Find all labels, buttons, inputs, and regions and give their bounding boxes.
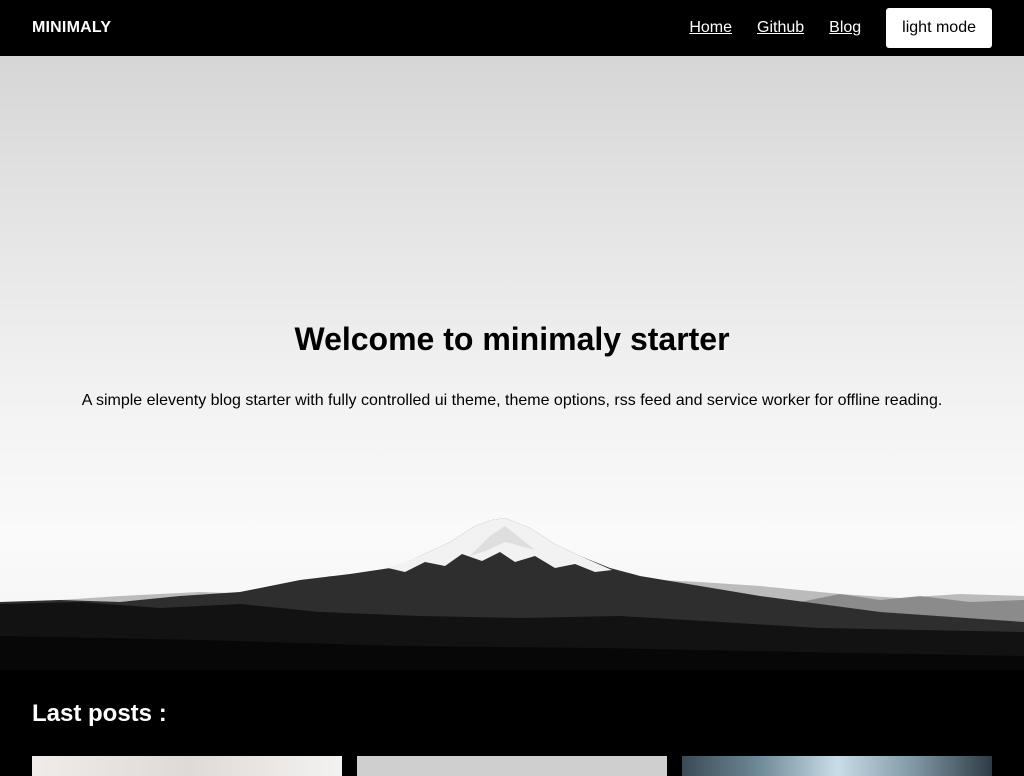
nav-links: Home Github Blog <box>689 19 861 37</box>
hero-title: Welcome to minimaly starter <box>294 321 730 357</box>
site-brand[interactable]: MINIMALY <box>32 19 111 37</box>
nav-link-github[interactable]: Github <box>757 19 804 37</box>
hero-section: Welcome to minimaly starter A simple ele… <box>0 56 1024 670</box>
last-posts-section: Last posts : <box>0 670 1024 776</box>
post-card-image[interactable] <box>32 756 342 776</box>
last-posts-heading: Last posts : <box>32 700 167 727</box>
post-card-image[interactable] <box>357 756 667 776</box>
nav-link-home[interactable]: Home <box>689 19 732 37</box>
navbar: MINIMALY Home Github Blog light mode <box>0 0 1024 56</box>
nav-link-blog[interactable]: Blog <box>829 19 861 37</box>
hero-subtitle: A simple eleventy blog starter with full… <box>81 392 943 409</box>
post-card-image[interactable] <box>682 756 992 776</box>
theme-toggle-button[interactable]: light mode <box>886 8 992 48</box>
hero-content: Welcome to minimaly starter A simple ele… <box>0 320 1024 411</box>
